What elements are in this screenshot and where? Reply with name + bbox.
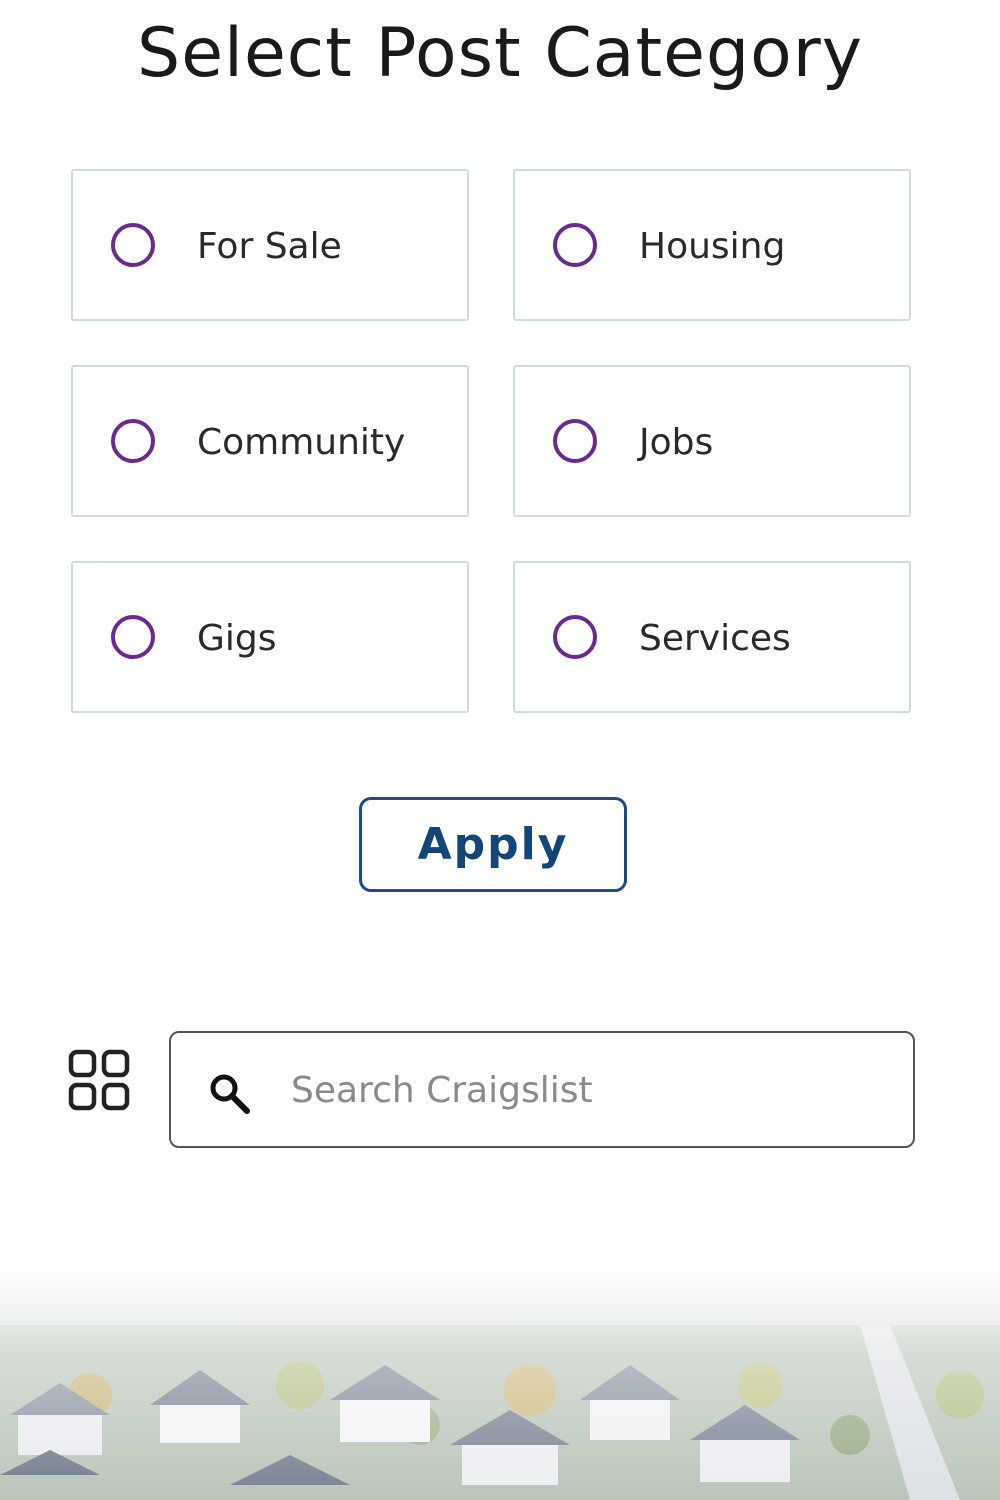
category-label: For Sale [197,226,342,267]
radio-unchecked-icon[interactable] [111,223,155,267]
category-label: Gigs [197,618,277,659]
radio-unchecked-icon[interactable] [111,419,155,463]
neighborhood-aerial-image [0,1265,1000,1500]
category-label: Community [197,422,406,463]
category-option-gigs[interactable]: Gigs [71,561,469,713]
category-label: Housing [639,226,786,267]
radio-unchecked-icon[interactable] [553,223,597,267]
grid-menu-icon[interactable] [68,1049,130,1111]
radio-unchecked-icon[interactable] [111,615,155,659]
category-option-for-sale[interactable]: For Sale [71,169,469,321]
category-label: Services [639,618,791,659]
search-icon [210,1074,250,1114]
post-category-screen: Select Post Category For Sale Housing Co… [0,0,1000,1500]
category-option-services[interactable]: Services [513,561,911,713]
search-bar[interactable] [169,1031,915,1148]
page-title: Select Post Category [137,14,863,93]
category-label: Jobs [639,422,714,463]
category-option-housing[interactable]: Housing [513,169,911,321]
category-option-community[interactable]: Community [71,365,469,517]
apply-button[interactable]: Apply [359,797,627,892]
category-option-jobs[interactable]: Jobs [513,365,911,517]
search-input[interactable] [291,1061,881,1119]
radio-unchecked-icon[interactable] [553,419,597,463]
radio-unchecked-icon[interactable] [553,615,597,659]
